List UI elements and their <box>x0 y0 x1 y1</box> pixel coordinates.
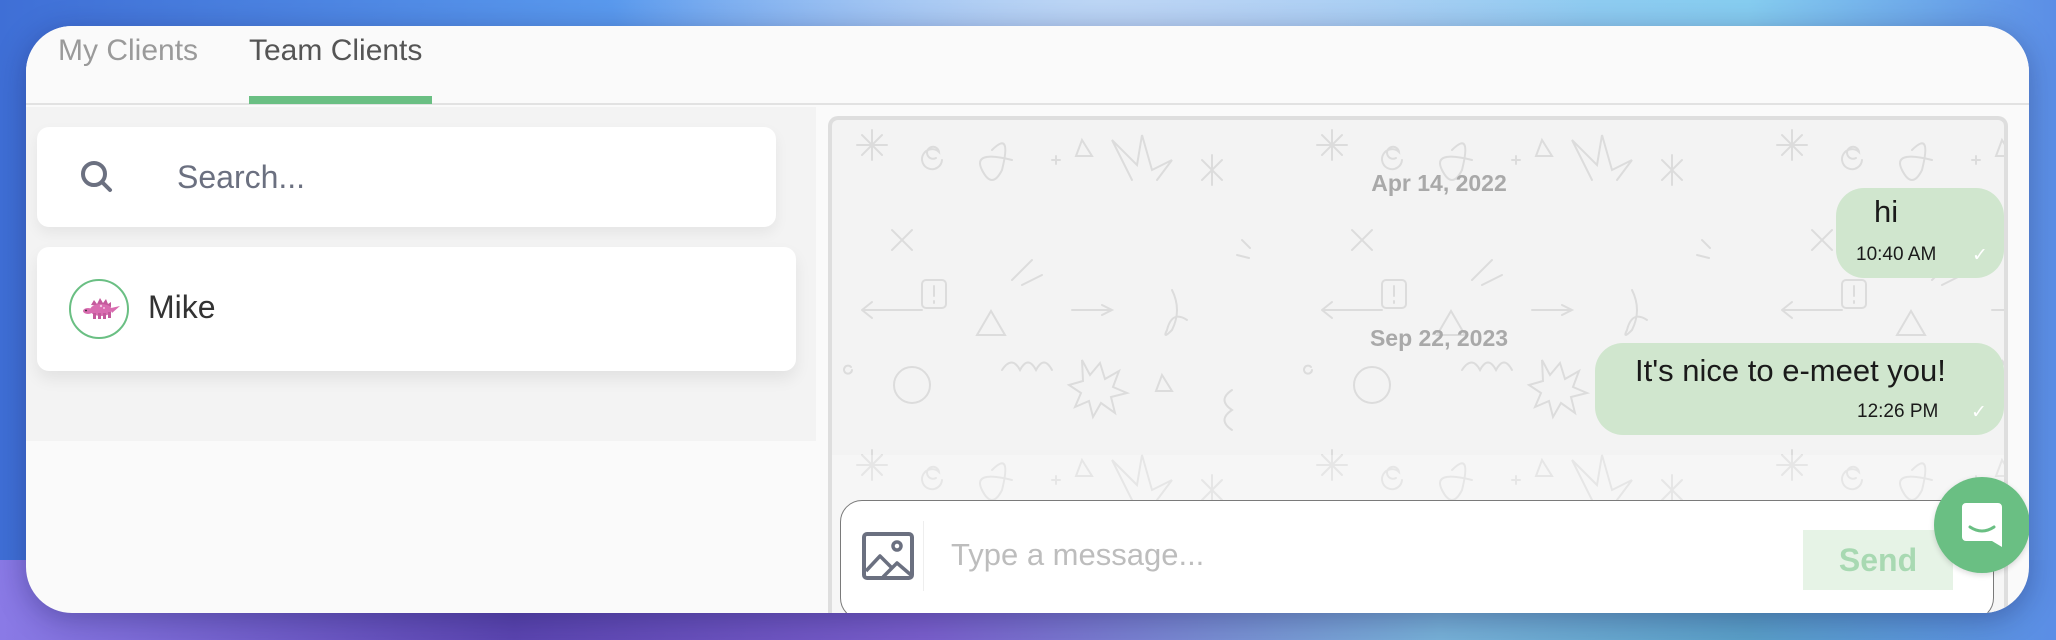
client-list-panel: Mike <box>26 107 816 441</box>
search-box <box>37 127 776 227</box>
app-window: My Clients Team Clients Search... Mike A… <box>26 26 2029 613</box>
stegosaurus-icon <box>83 298 120 319</box>
sent-check-icon: ✓ <box>1971 402 1987 423</box>
client-name: Mike <box>148 289 216 325</box>
date-separator: Sep 22, 2023 <box>1369 325 1509 351</box>
client-list-item[interactable]: Mike <box>37 247 796 371</box>
image-icon <box>862 532 914 580</box>
message-text: hi <box>1874 194 1899 229</box>
client-tabs: My Clients Team Clients <box>26 26 2029 105</box>
chat-bubble-smile-icon <box>1962 503 2002 547</box>
sent-check-icon: ✓ <box>1972 245 1988 266</box>
chat-launcher-button[interactable] <box>1934 477 2029 573</box>
tab-my-clients[interactable]: My Clients <box>58 34 198 78</box>
message-bubble[interactable]: It's nice to e-meet you! 12:26 PM ✓ <box>1595 343 2004 435</box>
send-button[interactable]: Send <box>1803 530 1953 590</box>
attach-image-button[interactable] <box>861 531 917 581</box>
message-bubble[interactable]: hi 10:40 AM ✓ <box>1836 188 2004 278</box>
message-time: 12:26 PM <box>1857 401 1939 422</box>
active-tab-indicator <box>249 96 432 104</box>
search-input[interactable] <box>177 147 737 207</box>
date-separator: Apr 14, 2022 <box>1371 170 1507 196</box>
tab-team-clients[interactable]: Team Clients <box>249 34 422 78</box>
search-icon <box>81 161 112 192</box>
avatar <box>69 279 129 339</box>
message-composer: Send <box>840 500 1994 613</box>
message-input[interactable] <box>951 525 1771 585</box>
message-time: 10:40 AM <box>1856 244 1937 265</box>
message-text: It's nice to e-meet you! <box>1635 353 1946 388</box>
composer-divider <box>923 521 924 591</box>
